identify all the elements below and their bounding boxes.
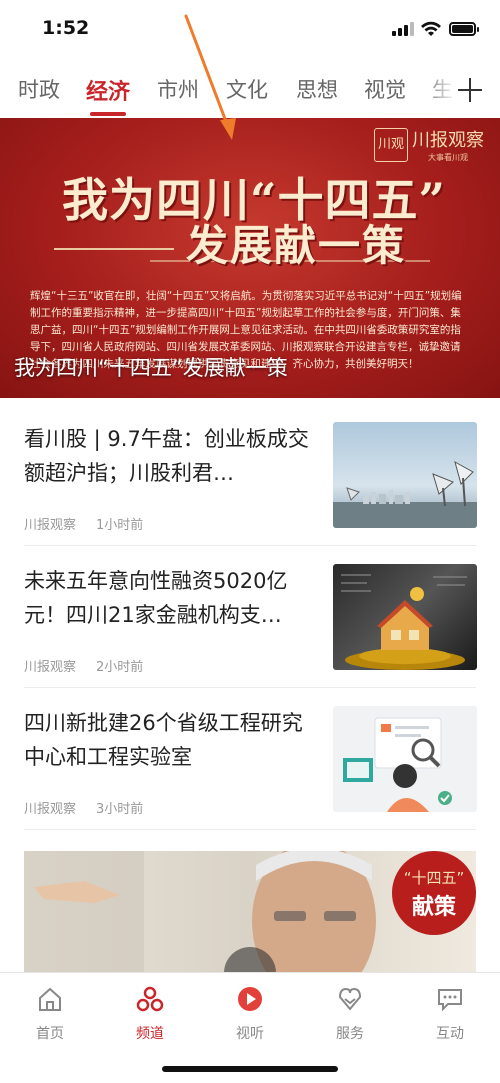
banner-caption: 我为四川“十四五”发展献一策	[14, 356, 288, 380]
status-bar: 1:52	[0, 0, 500, 62]
play-icon	[238, 987, 262, 1011]
news-source: 川报观察	[24, 802, 77, 817]
tab-economy[interactable]: 经济	[86, 74, 130, 106]
brand-logo: 川观	[374, 128, 408, 162]
house-coins-image	[341, 574, 467, 670]
home-indicator	[162, 1066, 338, 1072]
news-thumbnail	[333, 422, 477, 528]
news-item[interactable]: 看川股 | 9.7午盘：创业板成交额超沪指；川股利君… 川报观察 1小时前	[24, 404, 477, 546]
nav-label: 互动	[436, 1026, 464, 1042]
banner-title-line2: 发展献一策	[186, 221, 407, 270]
add-channel-icon[interactable]	[458, 78, 482, 102]
signal-icon	[392, 22, 414, 36]
badge-bottom-text: 献策	[411, 895, 456, 920]
active-tab-indicator	[90, 112, 126, 116]
news-meta: 川报观察 2小时前	[24, 656, 163, 675]
news-time: 1小时前	[96, 518, 144, 533]
news-thumbnail	[333, 706, 477, 812]
brand-slogan: 大事看川观	[428, 153, 468, 162]
badge-top-text: “十四五”	[403, 869, 465, 887]
news-time: 3小时前	[96, 802, 144, 817]
news-item[interactable]: 四川新批建26个省级工程研究中心和工程实验室 川报观察 3小时前	[24, 688, 477, 830]
news-meta: 川报观察 1小时前	[24, 514, 163, 533]
news-title: 看川股 | 9.7午盘：创业板成交额超沪指；川股利君…	[24, 427, 309, 485]
news-time: 2小时前	[96, 660, 144, 675]
chat-icon	[438, 989, 462, 1012]
news-title: 四川新批建26个省级工程研究中心和工程实验室	[24, 711, 303, 769]
wifi-icon	[421, 21, 441, 36]
news-source: 川报观察	[24, 660, 77, 675]
brand-name: 川报观察	[412, 130, 484, 151]
nav-label: 频道	[136, 1026, 164, 1042]
banner-divider-left	[54, 248, 174, 250]
nav-label: 服务	[336, 1026, 364, 1042]
news-meta: 川报观察 3小时前	[24, 798, 163, 817]
nav-service[interactable]: 服务	[300, 981, 400, 1043]
channel-tabs: 时政 经济 市州 文化 思想 视觉 生	[0, 62, 500, 118]
battery-icon	[449, 22, 479, 36]
news-thumbnail	[333, 564, 477, 670]
nav-channels[interactable]: 频道	[100, 981, 200, 1043]
tab-visual[interactable]: 视觉	[364, 74, 406, 104]
news-source: 川报观察	[24, 518, 77, 533]
tab-cities[interactable]: 市州	[157, 74, 199, 104]
city-antenna-image	[333, 460, 477, 528]
news-title: 未来五年意向性融资5020亿元！四川21家金融机构支…	[24, 569, 288, 627]
service-icon	[338, 987, 362, 1011]
nav-label: 视听	[236, 1026, 264, 1042]
nav-interact[interactable]: 互动	[400, 981, 500, 1043]
hero-banner[interactable]: 川观 川报观察 大事看川观 我为四川“十四五” 发展献一策 辉煌“十三五”收官在…	[0, 118, 500, 398]
channels-icon	[136, 986, 164, 1012]
policy-badge: “十四五” 献策	[392, 851, 476, 935]
nav-home[interactable]: 首页	[0, 981, 100, 1043]
nav-label: 首页	[36, 1026, 64, 1042]
tab-thought[interactable]: 思想	[296, 74, 338, 104]
research-illustration-image	[343, 717, 452, 812]
tab-politics[interactable]: 时政	[18, 74, 60, 104]
home-icon	[39, 987, 61, 1011]
video-card[interactable]: “十四五” 献策	[24, 851, 476, 975]
news-item[interactable]: 未来五年意向性融资5020亿元！四川21家金融机构支… 川报观察 2小时前	[24, 546, 477, 688]
tab-culture[interactable]: 文化	[226, 74, 268, 104]
status-time: 1:52	[42, 17, 90, 39]
nav-media[interactable]: 视听	[200, 981, 300, 1043]
